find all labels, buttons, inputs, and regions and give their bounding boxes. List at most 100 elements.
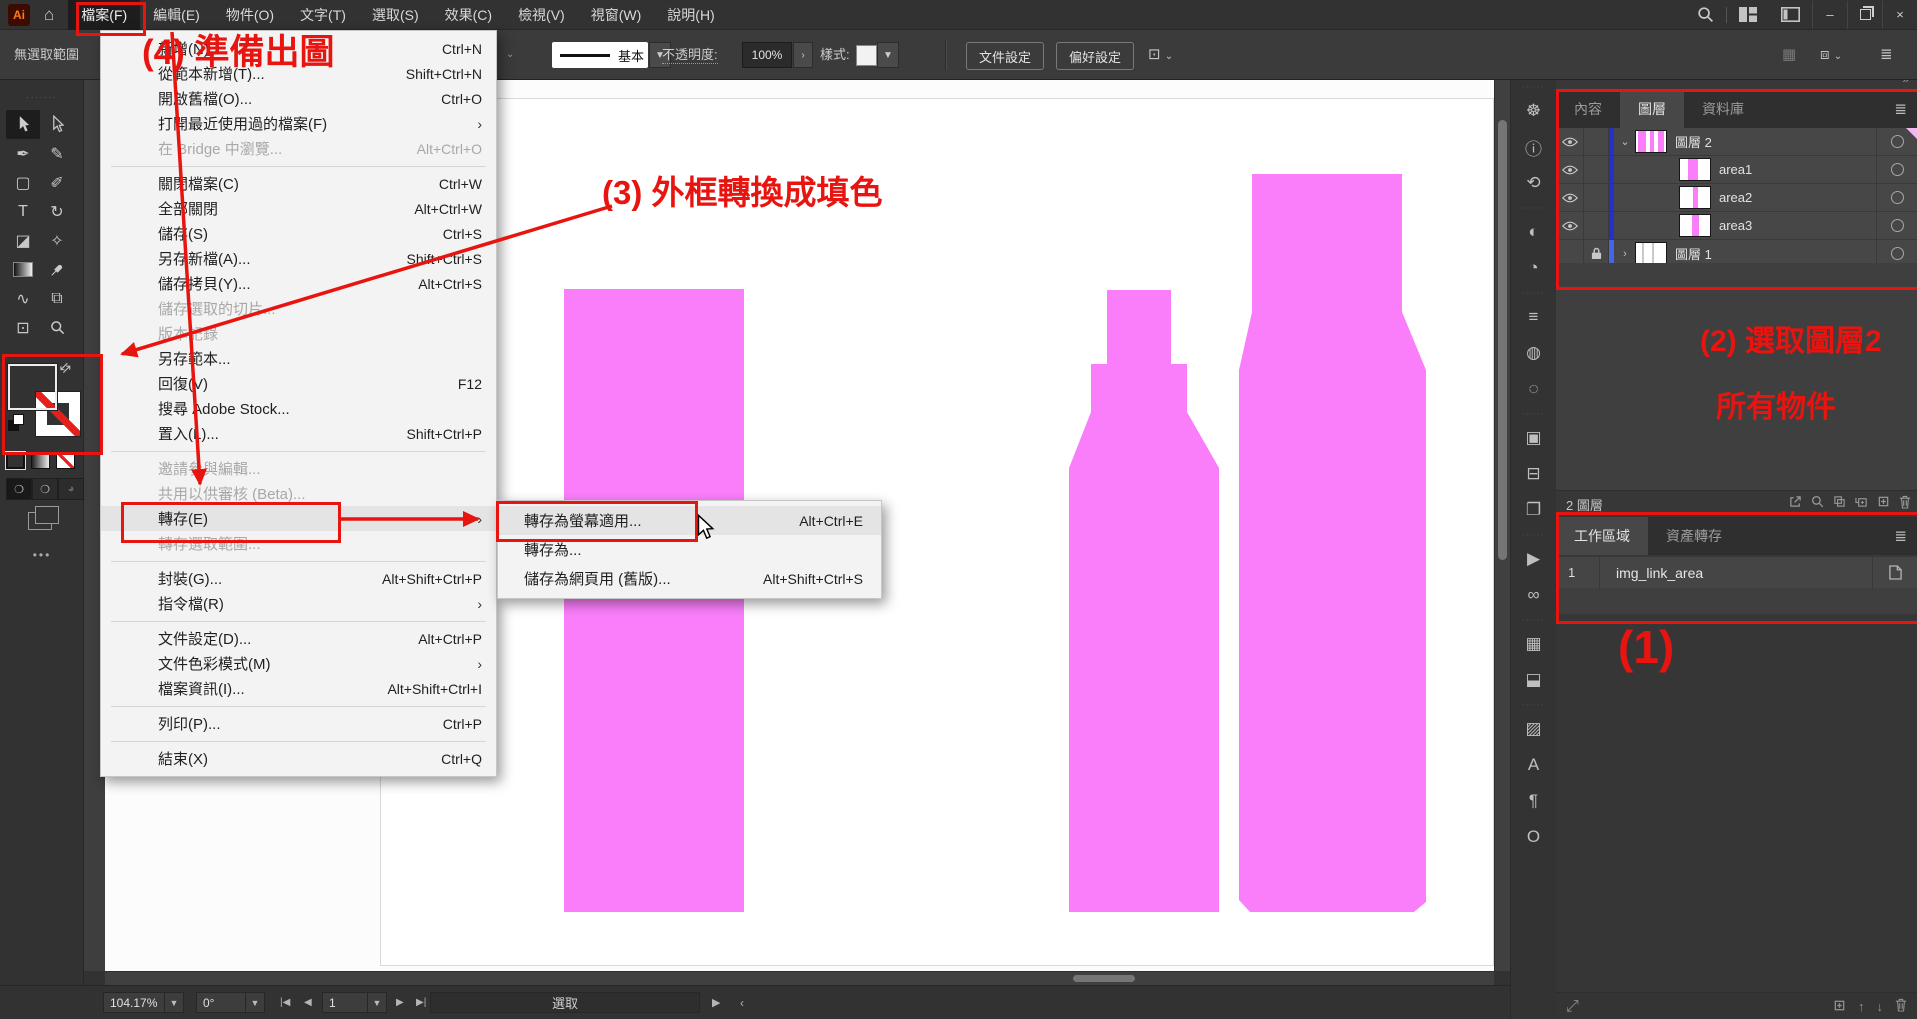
panel-grip[interactable]: ∙∙∙∙∙∙ <box>1522 80 1544 93</box>
shaper-tool-icon[interactable]: ✧ <box>40 226 74 255</box>
file-menu-item-20[interactable]: 共用以供審核 (Beta)... <box>101 481 496 506</box>
new-sublayer-icon[interactable] <box>1855 495 1868 513</box>
delete-layer-icon[interactable] <box>1899 495 1911 514</box>
first-artboard-icon[interactable]: |◀ <box>280 992 290 1013</box>
opentype-panel-icon[interactable]: O <box>1511 819 1556 855</box>
snap-options-icon[interactable]: ⊡ ⌄ <box>1148 30 1173 80</box>
layer-name[interactable]: area3 <box>1719 218 1752 233</box>
rectangle-tool-icon[interactable]: ▢ <box>6 168 40 197</box>
color-guide-panel-icon[interactable]: ◔ <box>1511 250 1556 286</box>
close-button[interactable]: × <box>1882 1 1917 29</box>
file-menu-item-29[interactable]: 檔案資訊(I)...Alt+Shift+Ctrl+I <box>101 676 496 701</box>
panel-grip[interactable]: ∙∙∙∙∙∙ <box>1522 698 1544 711</box>
shape-builder-tool-icon[interactable]: ⧉ <box>40 284 74 313</box>
artboard-page-icon[interactable] <box>1872 557 1917 588</box>
file-menu-item-3[interactable]: 開啟舊檔(O)...Ctrl+O <box>101 86 496 111</box>
history-panel-icon[interactable]: ⟲ <box>1511 165 1556 201</box>
zoom-level-field[interactable]: 104.17% <box>103 992 165 1013</box>
lock-icon[interactable] <box>1584 212 1609 239</box>
file-menu-item-24[interactable]: 封裝(G)...Alt+Shift+Ctrl+P <box>101 566 496 591</box>
panel-menu-icon[interactable]: ≣ <box>1894 90 1917 128</box>
layer-row-area2[interactable]: area2 <box>1556 184 1917 212</box>
panel-grip[interactable]: ∙∙∙∙∙∙ <box>1522 407 1544 420</box>
app-logo-icon[interactable]: Ai <box>8 4 30 26</box>
target-circle-icon[interactable] <box>1891 219 1904 232</box>
opacity-expand-chevron[interactable]: › <box>793 42 813 68</box>
panel-grip[interactable]: ∙∙∙∙∙∙ <box>1522 201 1544 214</box>
file-menu-item-12[interactable]: 儲存選取的切片... <box>101 296 496 321</box>
layer-name[interactable]: area1 <box>1719 162 1752 177</box>
layer-thumbnail[interactable] <box>1636 131 1666 152</box>
area1-rectangle[interactable] <box>564 289 744 912</box>
layers-panel-tab-3[interactable]: 資料庫 <box>1684 90 1762 128</box>
last-artboard-icon[interactable]: ▶| <box>416 992 426 1013</box>
file-menu-item-31[interactable]: 列印(P)...Ctrl+P <box>101 711 496 736</box>
none-button[interactable] <box>56 452 75 469</box>
gradient-tool-icon[interactable] <box>6 255 40 284</box>
file-menu-item-28[interactable]: 文件色彩模式(M)› <box>101 651 496 676</box>
expand-chevron-icon[interactable]: ⌄ <box>1614 135 1636 148</box>
style-dropdown-chevron[interactable]: ▼ <box>877 42 899 68</box>
target-circle-cell[interactable] <box>1876 212 1917 239</box>
curvature-tool-icon[interactable]: ✎ <box>40 139 74 168</box>
menubar-item-1[interactable]: 檔案(F) <box>68 0 140 30</box>
file-menu-item-21[interactable]: 轉存(E)› <box>101 506 496 531</box>
draw-normal-button[interactable]: ❍ <box>6 478 32 500</box>
panel-grip[interactable]: ∙∙∙∙∙∙ <box>1522 528 1544 541</box>
artboard-number-field[interactable]: 1 <box>322 992 368 1013</box>
workspace-switcher-icon[interactable] <box>1781 7 1800 22</box>
transform-panel-icon[interactable]: ▣ <box>1511 420 1556 456</box>
asset-export-panel-icon[interactable]: ⬓ <box>1511 662 1556 698</box>
export-submenu-item-3[interactable]: 儲存為網頁用 (舊版)...Alt+Shift+Ctrl+S <box>498 564 881 593</box>
style-swatch[interactable] <box>856 45 877 66</box>
restore-button[interactable] <box>1847 1 1882 29</box>
target-circle-icon[interactable] <box>1891 135 1904 148</box>
previous-artboard-icon[interactable]: ◀ <box>304 992 312 1013</box>
eraser-tool-icon[interactable]: ◪ <box>6 226 40 255</box>
hidden-dropdown-chevron[interactable]: ⌄ <box>506 30 514 80</box>
artboard-row-img_link_area[interactable]: 1img_link_area <box>1556 557 1917 589</box>
panel-grip[interactable]: ∙∙∙∙∙∙ <box>1522 286 1544 299</box>
zoom-tool-icon[interactable] <box>40 313 74 342</box>
screen-mode-button[interactable] <box>28 512 52 530</box>
home-icon[interactable]: ⌂ <box>44 5 54 25</box>
lock-icon[interactable] <box>1584 156 1609 183</box>
pen-tool-icon[interactable]: ✒ <box>6 139 40 168</box>
layer-thumbnail[interactable] <box>1680 187 1710 208</box>
visibility-eye-icon[interactable] <box>1556 156 1584 183</box>
actions-panel-icon[interactable]: ▶ <box>1511 541 1556 577</box>
opacity-value-field[interactable]: 100% <box>742 42 792 68</box>
file-menu-item-8[interactable]: 全部關閉Alt+Ctrl+W <box>101 196 496 221</box>
rotation-field[interactable]: 0° <box>196 992 246 1013</box>
file-menu-item-22[interactable]: 轉存選取範圍... <box>101 531 496 556</box>
edit-toolbar-button[interactable]: ••• <box>0 548 84 562</box>
image-trace-panel-icon[interactable]: ▨ <box>1511 711 1556 747</box>
arrange-documents-icon[interactable] <box>1739 7 1757 22</box>
layer-name[interactable]: 圖層 2 <box>1675 132 1712 151</box>
fill-color-swatch[interactable] <box>8 364 57 410</box>
width-tool-icon[interactable]: ∿ <box>6 284 40 313</box>
transparency-panel-icon[interactable]: ◍ <box>1511 335 1556 371</box>
document-setup-button[interactable]: 文件設定 <box>966 42 1044 70</box>
artboards-panel-tab-2[interactable]: 資產轉存 <box>1648 517 1740 555</box>
pathfinder-panel-icon[interactable]: ❐ <box>1511 492 1556 528</box>
artboard-tool-icon[interactable]: ⊡ <box>6 313 40 342</box>
artboard-dropdown-chevron[interactable]: ▼ <box>367 992 387 1013</box>
draw-behind-button[interactable]: ❍ <box>32 478 58 500</box>
vertical-scroll-thumb[interactable] <box>1498 120 1507 560</box>
opacity-label[interactable]: 不透明度: <box>662 47 718 64</box>
rotate-tool-icon[interactable]: ↻ <box>40 197 74 226</box>
layer-row-area3[interactable]: area3 <box>1556 212 1917 240</box>
file-menu-item-17[interactable]: 置入(L)...Shift+Ctrl+P <box>101 421 496 446</box>
layer-name[interactable]: 圖層 1 <box>1675 244 1712 263</box>
target-circle-icon[interactable] <box>1891 247 1904 260</box>
file-menu-item-9[interactable]: 儲存(S)Ctrl+S <box>101 221 496 246</box>
layer-thumbnail[interactable] <box>1680 159 1710 180</box>
align-to-icon[interactable]: ⧈ ⌄ <box>1820 30 1842 80</box>
area3-bottle[interactable] <box>1239 174 1426 912</box>
stroke-style-field[interactable]: 基本 <box>552 42 648 68</box>
preferences-button[interactable]: 偏好設定 <box>1056 42 1134 70</box>
menubar-item-8[interactable]: 視窗(W) <box>578 0 655 30</box>
menubar-item-9[interactable]: 說明(H) <box>654 0 727 30</box>
menubar-item-7[interactable]: 檢視(V) <box>505 0 578 30</box>
